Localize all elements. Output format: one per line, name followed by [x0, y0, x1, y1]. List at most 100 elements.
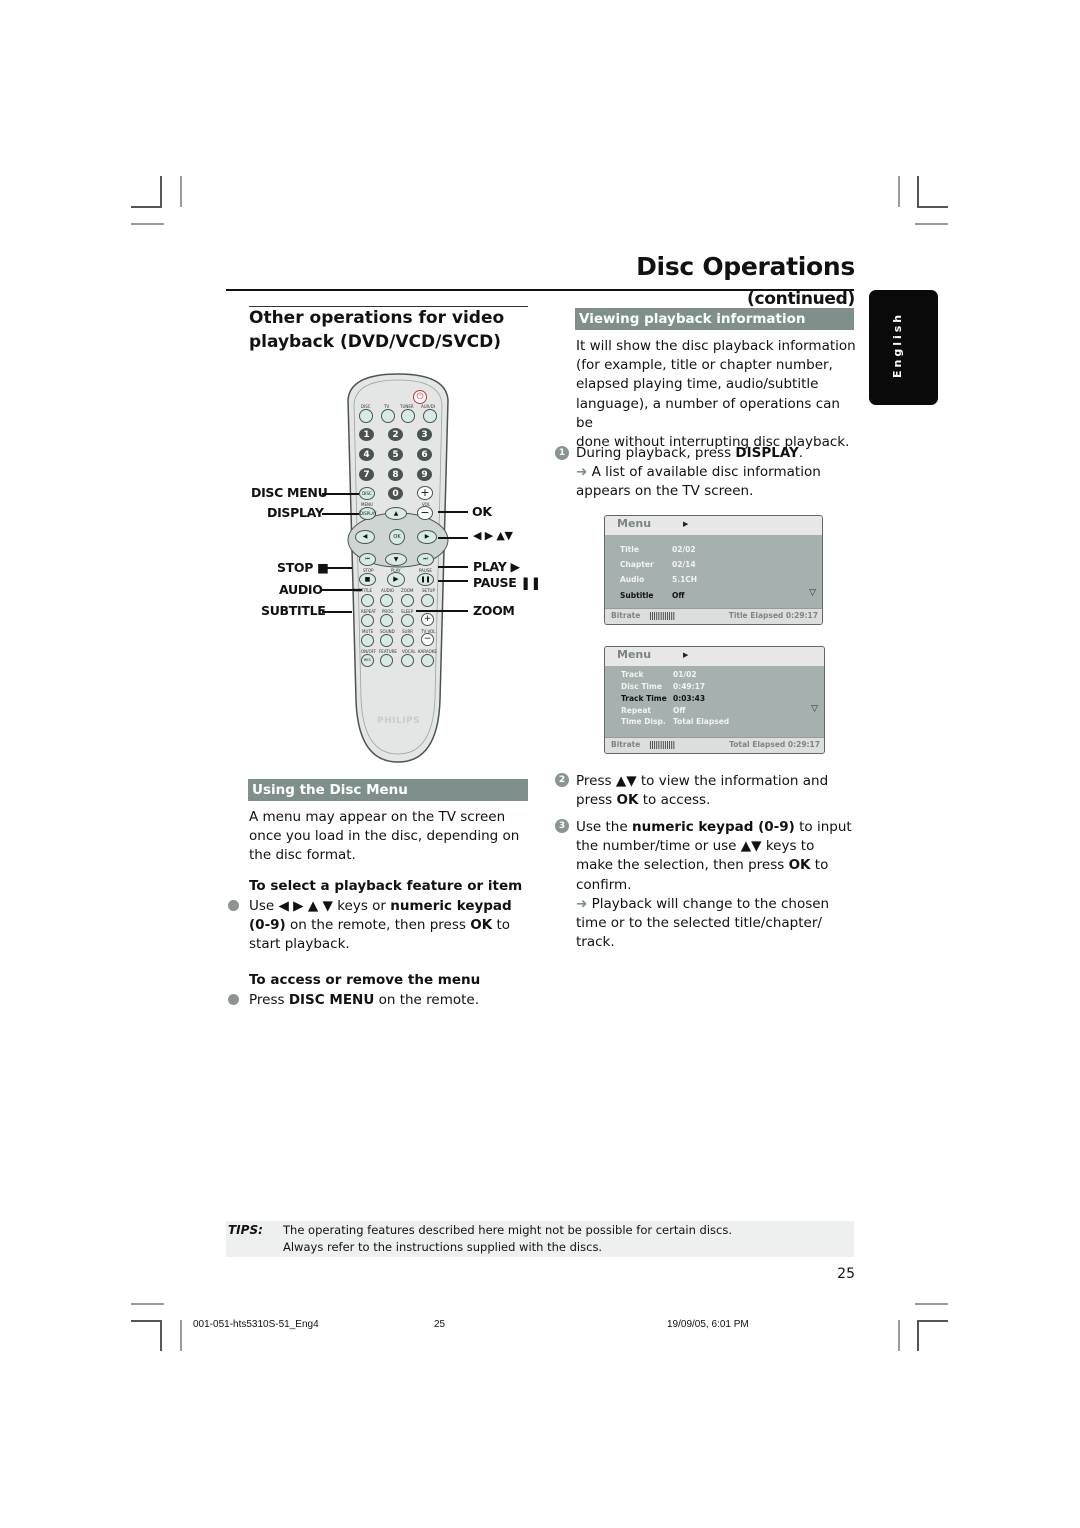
number-key[interactable]: 4 [359, 448, 374, 461]
select-feature-text: Use ◀ ▶ ▲ ▼ keys or numeric keypad (0-9)… [249, 897, 539, 955]
step-1-text: During playback, press DISPLAY. ➜ A list… [576, 444, 861, 502]
section-heading: Other operations for video playback (DVD… [249, 306, 534, 354]
previous-button[interactable]: ⏮ [359, 553, 376, 566]
zoom-button[interactable] [401, 594, 414, 607]
crop-mark [917, 1320, 919, 1351]
tuner-source-button[interactable] [401, 409, 415, 423]
up-button[interactable]: ▲ [385, 507, 407, 520]
text: to [492, 917, 511, 934]
audio-button[interactable] [380, 594, 393, 607]
osd-row-subtitle[interactable]: Subtitle [620, 591, 654, 600]
callout-ok: OK [472, 504, 492, 519]
playback-info-intro: It will show the disc playback informati… [576, 337, 861, 452]
number-key[interactable]: 5 [388, 448, 403, 461]
karaoke-button[interactable] [421, 654, 434, 667]
prog-button[interactable] [380, 614, 393, 627]
text: press [576, 792, 617, 809]
number-key[interactable]: 9 [417, 468, 432, 481]
callout-line [322, 589, 362, 591]
vocal-button[interactable] [401, 654, 414, 667]
tips-line-2: Always refer to the instructions supplie… [283, 1240, 603, 1254]
repeat-button[interactable] [361, 614, 374, 627]
volume-down-button[interactable]: − [417, 506, 433, 520]
down-button[interactable]: ▼ [385, 553, 407, 566]
number-key[interactable]: 3 [417, 428, 432, 441]
callout-line [416, 610, 468, 612]
disc-menu-button[interactable]: DISC [359, 487, 375, 500]
osd-body: Title 02/02 Chapter 02/14 Audio 5.1CH Su… [605, 535, 822, 608]
rec-button[interactable]: REC [361, 654, 374, 667]
tips-label: TIPS: [228, 1223, 263, 1237]
tv-source-button[interactable] [381, 409, 395, 423]
bullet [228, 994, 239, 1005]
arrow-icon: ➜ [576, 895, 588, 912]
osd-row-label: Title [620, 545, 639, 554]
next-button[interactable]: ⏭ [417, 553, 434, 566]
crop-mark [160, 1320, 162, 1351]
sound-button[interactable] [380, 634, 393, 647]
subtitle-button[interactable] [361, 594, 374, 607]
crop-mark [160, 176, 162, 207]
text: Press ▲▼ to view the information and [576, 773, 829, 789]
playback-info-band: Viewing playback information [575, 308, 854, 330]
number-key[interactable]: 2 [388, 428, 403, 441]
text: Use the [576, 819, 632, 835]
pause-button[interactable]: ❚❚ [417, 573, 434, 586]
page-number: 25 [837, 1266, 855, 1282]
display-button[interactable]: DISPLAY [359, 507, 376, 520]
volume-up-button[interactable]: + [417, 486, 433, 500]
number-key[interactable]: 7 [359, 468, 374, 481]
text: Use ◀ ▶ ▲ ▼ keys or [249, 898, 391, 914]
sleep-button[interactable] [401, 614, 414, 627]
emphasis: (0-9) [249, 917, 286, 934]
osd-row-chapter: Chapter [620, 560, 654, 569]
number-key[interactable]: 8 [388, 468, 403, 481]
emphasis: DISPLAY [735, 445, 799, 461]
text: the number/time or use ▲▼ keys to [576, 838, 815, 855]
left-button[interactable]: ◀ [355, 530, 375, 544]
osd-row-repeat: Repeat [621, 706, 651, 715]
crop-mark [917, 1320, 948, 1322]
osd-row-track-time[interactable]: Track Time [621, 694, 667, 703]
step-2-text: Press ▲▼ to view the information and pre… [576, 772, 861, 810]
power-button[interactable]: ⏻ [413, 390, 427, 404]
osd-header: Menu ▶ [605, 647, 824, 666]
footer-filename: 001-051-hts5310S-51_Eng4 [193, 1319, 319, 1330]
play-button[interactable]: ▶ [387, 572, 405, 587]
text: Press [249, 992, 289, 1008]
key-label-setup: SETUP [422, 588, 435, 593]
text: start playback. [249, 936, 350, 953]
emphasis: OK [788, 857, 811, 874]
callout-zoom: ZOOM [473, 603, 515, 618]
osd-row-chapter-value: 02/14 [672, 560, 696, 569]
number-key[interactable]: 6 [417, 448, 432, 461]
feature-button[interactable] [380, 654, 393, 667]
osd-row-repeat-value: Off [673, 706, 686, 715]
disc-source-button[interactable] [359, 409, 373, 423]
callout-line [438, 537, 468, 539]
osd-row-disc-time: Disc Time [621, 682, 662, 691]
ok-button[interactable]: OK [389, 529, 405, 545]
remote-brand-logo: PHILIPS [377, 716, 421, 726]
surround-button[interactable] [401, 634, 414, 647]
bitrate-bars: |||||||||||| [649, 740, 675, 749]
emphasis: numeric keypad (0-9) [631, 819, 795, 835]
intro-line: (for example, title or chapter number, [576, 357, 833, 374]
mute-button[interactable] [361, 634, 374, 647]
callout-line [438, 566, 468, 568]
disc-menu-intro: A menu may appear on the TV screen once … [249, 808, 534, 866]
crop-mark [180, 1320, 182, 1351]
number-key[interactable]: 0 [388, 487, 403, 500]
page-title-text: Disc Operations [636, 252, 855, 281]
number-key[interactable]: 1 [359, 428, 374, 441]
stop-button[interactable]: ■ [359, 573, 376, 586]
aux-source-button[interactable] [423, 409, 437, 423]
play-icon: ▶ [683, 520, 689, 528]
tv-volume-up-button[interactable]: + [421, 613, 434, 626]
setup-button[interactable] [421, 594, 434, 607]
crop-mark [915, 1303, 948, 1305]
crop-mark [131, 1320, 162, 1322]
right-button[interactable]: ▶ [417, 530, 437, 544]
osd-header: Menu ▶ [605, 516, 822, 535]
tv-volume-down-button[interactable]: − [421, 633, 434, 646]
